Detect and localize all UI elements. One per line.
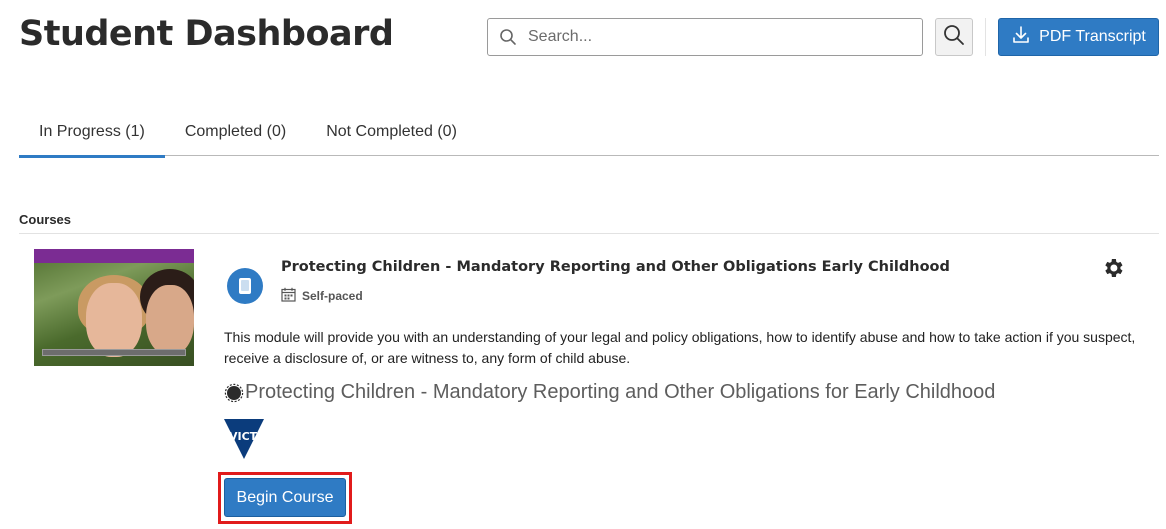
page-title: Student Dashboard <box>19 14 394 54</box>
video-progress-bar <box>42 349 186 356</box>
victoria-logo: VICTORIA <box>224 419 296 459</box>
course-type-icon <box>227 268 263 304</box>
course-subtitle: Protecting Children - Mandatory Reportin… <box>245 381 996 403</box>
course-thumbnail[interactable] <box>34 249 194 366</box>
tab-not-completed[interactable]: Not Completed (0) <box>306 108 477 156</box>
loading-spinner-icon <box>224 383 244 403</box>
search-button[interactable] <box>935 18 973 56</box>
course-description: This module will provide you with an und… <box>224 329 1136 366</box>
course-pace: Self-paced <box>281 287 363 305</box>
search-icon <box>488 19 528 55</box>
search-box[interactable] <box>487 18 923 56</box>
download-icon <box>1011 25 1031 50</box>
tab-in-progress[interactable]: In Progress (1) <box>19 108 165 158</box>
search-icon <box>943 24 965 51</box>
course-subtitle-row: Protecting Children - Mandatory Reportin… <box>224 381 995 404</box>
thumbnail-color-bar <box>34 249 194 263</box>
thumbnail-photo <box>34 263 194 366</box>
calendar-icon <box>281 287 296 305</box>
status-tabs: In Progress (1) Completed (0) Not Comple… <box>19 108 1159 158</box>
tab-completed[interactable]: Completed (0) <box>165 108 306 156</box>
search-input[interactable] <box>528 20 922 54</box>
courses-section-label: Courses <box>19 212 72 227</box>
course-pace-label: Self-paced <box>302 289 363 303</box>
header-divider <box>985 18 986 56</box>
svg-text:VICTORIA: VICTORIA <box>229 430 288 443</box>
student-dashboard-page: Student Dashboard PDF Transcript In Prog… <box>0 0 1166 529</box>
pdf-transcript-button[interactable]: PDF Transcript <box>998 18 1159 56</box>
gear-icon[interactable] <box>1101 256 1125 280</box>
pdf-transcript-label: PDF Transcript <box>1039 28 1146 45</box>
section-divider <box>19 233 1159 234</box>
begin-course-button[interactable]: Begin Course <box>224 478 346 517</box>
course-title[interactable]: Protecting Children - Mandatory Reportin… <box>281 259 950 275</box>
